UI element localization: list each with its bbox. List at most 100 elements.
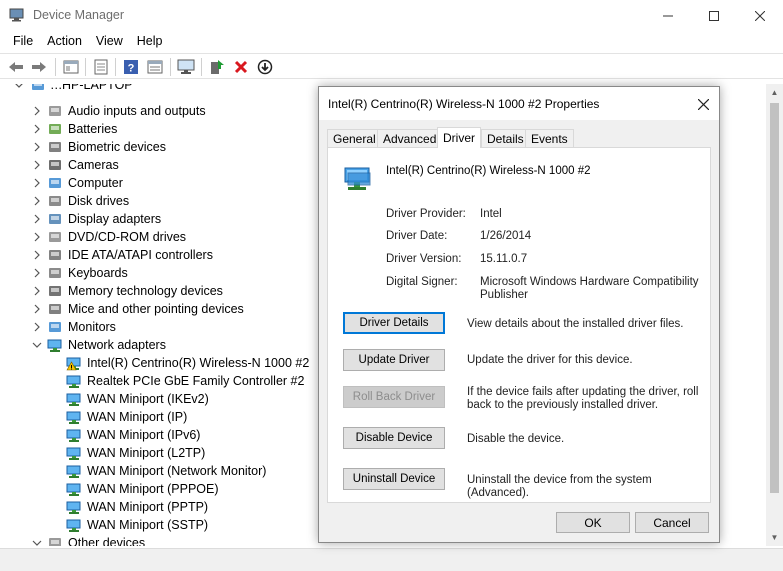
chevron-right-icon[interactable] <box>32 322 42 332</box>
forward-button[interactable] <box>29 57 49 77</box>
view-button[interactable] <box>145 57 165 77</box>
other-devices-icon <box>49 538 61 546</box>
tab-advanced[interactable]: Advanced <box>377 129 443 148</box>
tree-category-label: Biometric devices <box>68 140 166 154</box>
help-button[interactable]: ? <box>121 57 141 77</box>
chevron-right-icon[interactable] <box>32 250 42 260</box>
tree-device-label: Intel(R) Centrino(R) Wireless-N 1000 #2 <box>87 356 310 370</box>
tree-root-prefix: … <box>50 84 63 92</box>
status-bar <box>0 548 783 571</box>
toolbar-separator <box>55 58 56 76</box>
tree-category-label: Memory technology devices <box>68 284 223 298</box>
menu-help[interactable]: Help <box>130 31 170 52</box>
toolbar-separator <box>170 58 171 76</box>
network-adapter-icon <box>66 483 81 496</box>
chevron-right-icon[interactable] <box>32 268 42 278</box>
disable-icon <box>257 59 273 75</box>
network-adapter-icon <box>344 167 371 190</box>
uninstall-icon <box>234 60 248 74</box>
properties-button[interactable] <box>91 57 111 77</box>
driver-date-label: Driver Date: <box>386 230 448 242</box>
ok-button[interactable]: OK <box>556 512 630 533</box>
network-adapter-icon <box>66 411 81 424</box>
window-title: Device Manager <box>33 8 125 22</box>
computer-icon <box>32 84 44 90</box>
network-adapter-icon <box>66 357 81 371</box>
tree-category-label: Cameras <box>68 158 119 172</box>
tree-category-label: IDE ATA/ATAPI controllers <box>68 248 213 262</box>
chevron-right-icon[interactable] <box>32 196 42 206</box>
chevron-right-icon[interactable] <box>32 232 42 242</box>
chevron-right-icon[interactable] <box>32 106 42 116</box>
view-icon <box>147 60 163 74</box>
title-bar: Device Manager <box>0 0 783 31</box>
chevron-right-icon[interactable] <box>32 178 42 188</box>
speaker-icon <box>49 106 61 116</box>
driver-details-button[interactable]: Driver Details <box>343 312 445 334</box>
chevron-down-icon[interactable] <box>32 340 42 350</box>
vertical-scrollbar[interactable]: ▲ ▼ <box>766 84 783 546</box>
chevron-right-icon[interactable] <box>32 142 42 152</box>
forward-icon <box>32 62 46 72</box>
show-hide-button[interactable] <box>61 57 81 77</box>
tab-events[interactable]: Events <box>525 129 574 148</box>
dvd-icon <box>49 232 61 242</box>
chevron-down-icon[interactable] <box>14 84 24 90</box>
chevron-down-icon[interactable] <box>32 538 42 546</box>
close-button[interactable] <box>737 0 783 31</box>
toolbar-separator <box>201 58 202 76</box>
maximize-button[interactable] <box>691 0 737 31</box>
scroll-down-arrow-icon[interactable]: ▼ <box>766 529 783 546</box>
minimize-button[interactable] <box>645 0 691 31</box>
tree-category-label: Other devices <box>68 536 146 546</box>
tree-category-label: DVD/CD-ROM drives <box>68 230 187 244</box>
update-driver-button[interactable] <box>207 57 227 77</box>
scroll-up-arrow-icon[interactable]: ▲ <box>766 84 783 101</box>
chevron-right-icon[interactable] <box>32 160 42 170</box>
device-manager-icon <box>9 8 24 22</box>
dialog-title: Intel(R) Centrino(R) Wireless-N 1000 #2 … <box>328 97 600 111</box>
tab-details[interactable]: Details <box>481 129 530 148</box>
disable-device-button[interactable]: Disable Device <box>343 427 445 449</box>
driver-provider-value: Intel <box>480 208 502 220</box>
tab-general[interactable]: General <box>327 129 382 148</box>
driver-version-label: Driver Version: <box>386 253 462 265</box>
keyboard-icon <box>49 268 61 278</box>
cancel-button[interactable]: Cancel <box>635 512 709 533</box>
menu-action[interactable]: Action <box>40 31 89 52</box>
tree-device-label: WAN Miniport (PPPOE) <box>87 482 219 496</box>
show-hide-icon <box>63 60 79 74</box>
update-driver-description: Update the driver for this device. <box>467 354 633 366</box>
chevron-right-icon[interactable] <box>32 286 42 296</box>
minimize-icon <box>663 15 673 16</box>
back-button[interactable] <box>6 57 26 77</box>
menu-view[interactable]: View <box>89 31 130 52</box>
computer-icon <box>49 178 61 188</box>
disable-device-description: Disable the device. <box>467 433 565 445</box>
tree-category-label: Monitors <box>68 320 116 334</box>
scroll-thumb[interactable] <box>770 103 779 493</box>
chevron-right-icon[interactable] <box>32 304 42 314</box>
chevron-right-icon[interactable] <box>32 214 42 224</box>
tab-driver[interactable]: Driver <box>437 127 481 148</box>
menu-file[interactable]: File <box>0 31 40 52</box>
uninstall-button[interactable] <box>231 57 251 77</box>
tree-device-label: WAN Miniport (PPTP) <box>87 500 209 514</box>
update-driver-button[interactable]: Update Driver <box>343 349 445 371</box>
tree-device-label: WAN Miniport (IPv6) <box>87 428 201 442</box>
scan-hardware-button[interactable] <box>176 57 196 77</box>
tree-device-label: WAN Miniport (L2TP) <box>87 446 206 460</box>
network-adapter-icon <box>66 519 81 532</box>
network-adapter-icon <box>66 429 81 442</box>
dialog-close-button[interactable] <box>693 94 713 114</box>
close-icon <box>755 10 765 21</box>
chevron-right-icon[interactable] <box>32 124 42 134</box>
help-icon: ? <box>124 60 138 75</box>
digital-signer-value: Microsoft Windows Hardware Compatibility… <box>480 276 699 301</box>
driver-provider-label: Driver Provider: <box>386 208 466 220</box>
disable-button[interactable] <box>255 57 275 77</box>
tree-category-label: Keyboards <box>68 266 128 280</box>
close-icon <box>697 98 709 110</box>
uninstall-device-button[interactable]: Uninstall Device <box>343 468 445 490</box>
network-adapter-icon <box>66 447 81 460</box>
